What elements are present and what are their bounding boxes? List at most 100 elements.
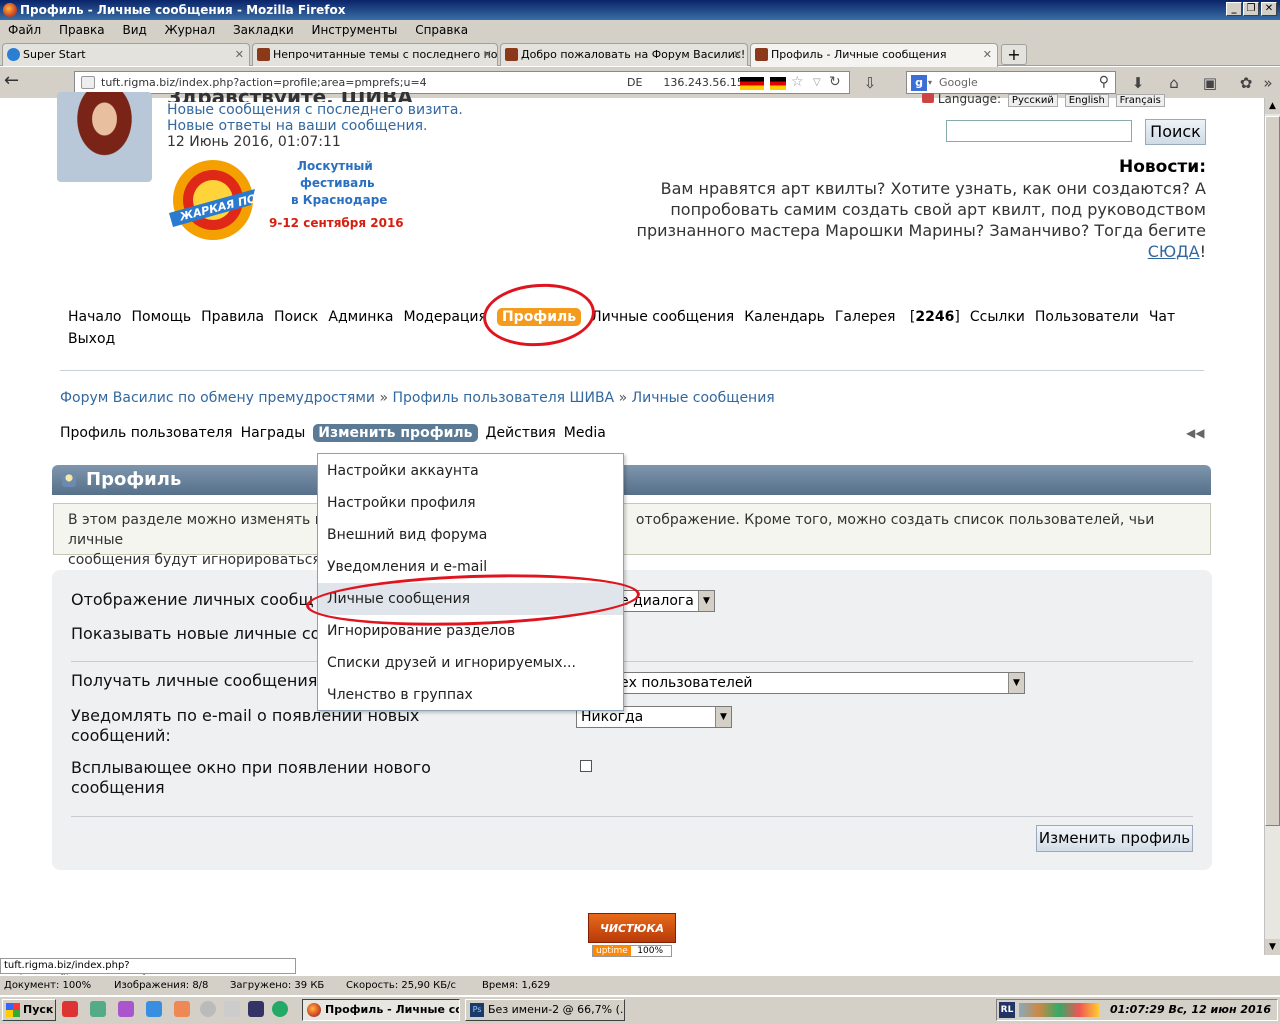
breadcrumb-profile[interactable]: Профиль пользователя ШИВА xyxy=(392,390,614,406)
nav-gallery[interactable]: Галерея [2246] xyxy=(835,309,960,325)
breadcrumb-messages[interactable]: Личные сообщения xyxy=(632,390,775,406)
tab-welcome[interactable]: Добро пожаловать на Форум Василис! ... ✕ xyxy=(500,43,748,66)
nav-admin[interactable]: Админка xyxy=(328,309,393,325)
scroll-down-icon[interactable]: ▼ xyxy=(1265,939,1280,955)
vertical-scrollbar[interactable]: ▲ ▼ xyxy=(1264,98,1280,955)
tab-profile[interactable]: Профиль - Личные сообщения ✕ xyxy=(750,43,998,67)
news-link[interactable]: СЮДА xyxy=(1148,242,1200,261)
app-icon[interactable] xyxy=(272,1001,288,1017)
downloads-icon[interactable]: ⬇ xyxy=(1128,73,1148,93)
cleaner-badge[interactable]: ЧИСТЮКА xyxy=(588,913,676,943)
app-icon[interactable] xyxy=(200,1001,216,1017)
ie-icon[interactable] xyxy=(146,1001,162,1017)
forum-search-input[interactable] xyxy=(946,120,1132,142)
scroll-up-icon[interactable]: ▲ xyxy=(1265,98,1280,114)
menu-view[interactable]: Вид xyxy=(122,23,146,37)
chevron-down-icon[interactable]: ▾ xyxy=(928,72,932,93)
receive-messages-select[interactable]: ех пользователей ▼ xyxy=(615,672,1025,694)
app-icon[interactable] xyxy=(224,1001,240,1017)
nav-links[interactable]: Ссылки xyxy=(970,309,1025,325)
tray-icons[interactable] xyxy=(1019,1003,1099,1017)
chevron-down-icon[interactable]: ▼ xyxy=(715,707,731,727)
back-arrow-icon[interactable]: ← xyxy=(4,71,26,93)
new-replies-link[interactable]: Новые ответы на ваши сообщения. xyxy=(167,118,463,134)
menu-item-groups[interactable]: Членство в группах xyxy=(318,679,623,711)
save-icon[interactable] xyxy=(248,1001,264,1017)
windows-logo-icon xyxy=(6,1003,20,1017)
bookmark-star-icon[interactable]: ☆ xyxy=(791,72,804,93)
maximize-button[interactable]: ❐ xyxy=(1243,2,1259,16)
screenshot-icon[interactable]: ▣ xyxy=(1200,73,1220,93)
popup-checkbox[interactable] xyxy=(580,760,592,772)
germany-flag-icon-small xyxy=(770,77,786,90)
taskbar-item-photoshop[interactable]: Ps Без имени-2 @ 66,7% (... xyxy=(465,999,625,1021)
menu-tools[interactable]: Инструменты xyxy=(311,23,397,37)
breadcrumb-forum[interactable]: Форум Василис по обмену премудростями xyxy=(60,390,375,406)
close-icon[interactable]: ✕ xyxy=(733,44,742,65)
lang-french[interactable]: Français xyxy=(1115,94,1165,107)
nav-moderation[interactable]: Модерация xyxy=(404,309,487,325)
start-button[interactable]: Пуск xyxy=(2,999,56,1021)
menu-file[interactable]: Файл xyxy=(8,23,41,37)
language-indicator[interactable]: RL xyxy=(999,1002,1015,1018)
lang-english[interactable]: English xyxy=(1064,94,1109,107)
nav-help[interactable]: Помощь xyxy=(131,309,191,325)
opera-icon[interactable] xyxy=(62,1001,78,1017)
menu-item-profile-settings[interactable]: Настройки профиля xyxy=(318,487,623,519)
menu-item-buddies[interactable]: Списки друзей и игнорируемых... xyxy=(318,647,623,679)
nav-messages[interactable]: Личные сообщения xyxy=(591,309,734,325)
tab-unread-topics[interactable]: Непрочитанные темы с последнего по... ✕ xyxy=(252,43,498,66)
forum-search-button[interactable]: Поиск xyxy=(1145,119,1206,145)
nav-calendar[interactable]: Календарь xyxy=(744,309,825,325)
reload-icon[interactable]: ↻ xyxy=(829,72,841,93)
minimize-button[interactable]: _ xyxy=(1226,2,1242,16)
download-arrow-icon[interactable]: ⇩ xyxy=(860,73,880,93)
taskbar-item-firefox[interactable]: Профиль - Личные со... xyxy=(302,999,460,1021)
close-icon[interactable]: ✕ xyxy=(483,44,492,65)
uptime-badge[interactable]: uptime 100% xyxy=(592,945,672,957)
save-profile-button[interactable]: Изменить профиль xyxy=(1036,825,1193,852)
scrollbar-thumb[interactable] xyxy=(1265,116,1280,826)
subnav-media[interactable]: Media xyxy=(564,425,606,441)
subnav-awards[interactable]: Награды xyxy=(241,425,306,441)
status-document: Документ: 100% xyxy=(4,980,92,991)
nav-rules[interactable]: Правила xyxy=(201,309,264,325)
menu-help[interactable]: Справка xyxy=(415,23,468,37)
menu-history[interactable]: Журнал xyxy=(165,23,216,37)
close-icon[interactable]: ✕ xyxy=(983,44,992,65)
app-icon[interactable] xyxy=(90,1001,106,1017)
subnav-user-profile[interactable]: Профиль пользователя xyxy=(60,425,233,441)
chevron-down-icon[interactable]: ▼ xyxy=(698,591,714,611)
nav-home[interactable]: Начало xyxy=(68,309,121,325)
subnav-actions[interactable]: Действия xyxy=(486,425,556,441)
app-icon[interactable] xyxy=(174,1001,190,1017)
nav-users[interactable]: Пользователи xyxy=(1035,309,1139,325)
start-label: Пуск xyxy=(23,1003,54,1016)
url-bar[interactable]: tuft.rigma.biz/index.php?action=profile;… xyxy=(74,71,850,94)
new-since-visit-link[interactable]: Новые сообщения с последнего визита. xyxy=(167,102,463,118)
nav-search[interactable]: Поиск xyxy=(274,309,318,325)
close-window-button[interactable]: ✕ xyxy=(1261,2,1277,16)
nav-logout[interactable]: Выход xyxy=(68,331,115,347)
festival-logo[interactable]: ЖАРКАЯ ПОРА Лоскутный фестиваль в Красно… xyxy=(167,155,407,243)
home-icon[interactable]: ⌂ xyxy=(1164,73,1184,93)
subnav-edit-profile[interactable]: Изменить профиль xyxy=(313,424,478,442)
menu-bookmarks[interactable]: Закладки xyxy=(233,23,294,37)
lang-russian[interactable]: Русский xyxy=(1007,94,1058,107)
menu-item-forum-look[interactable]: Внешний вид форума xyxy=(318,519,623,551)
menu-edit[interactable]: Правка xyxy=(59,23,105,37)
dropdown-arrow-icon[interactable]: ▽ xyxy=(813,72,821,93)
tab-super-start[interactable]: Super Start ✕ xyxy=(2,43,250,66)
search-icon[interactable]: ⚲ xyxy=(1099,72,1109,93)
nav-chat[interactable]: Чат xyxy=(1149,309,1175,325)
chevron-down-icon[interactable]: ▼ xyxy=(1008,673,1024,693)
menu-item-account-settings[interactable]: Настройки аккаунта xyxy=(318,455,623,487)
app-icon[interactable] xyxy=(118,1001,134,1017)
collapse-icon[interactable]: ◀◀ xyxy=(1186,426,1204,440)
addon-icon[interactable]: ✿ xyxy=(1236,73,1256,93)
search-bar[interactable]: g ▾ Google ⚲ xyxy=(906,71,1116,94)
status-time: Время: 1,629 xyxy=(482,980,551,991)
overflow-icon[interactable]: » xyxy=(1258,73,1278,93)
close-icon[interactable]: ✕ xyxy=(235,44,244,65)
new-tab-button[interactable]: + xyxy=(1001,44,1027,65)
